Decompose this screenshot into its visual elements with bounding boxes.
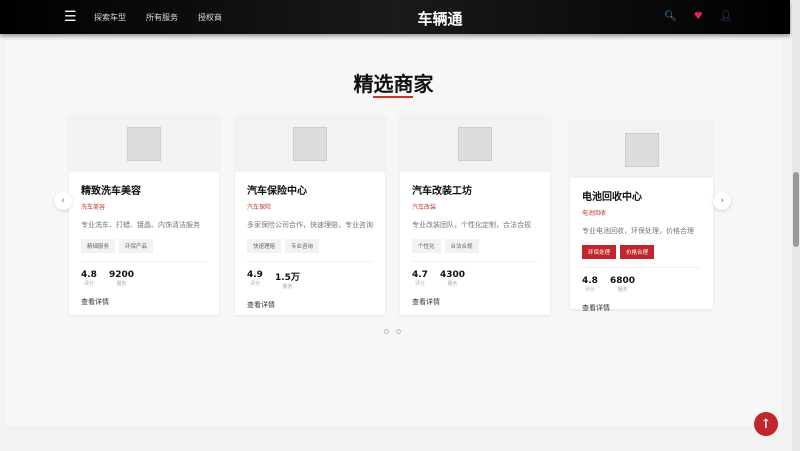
services-value: 1.5万 xyxy=(274,273,300,283)
merchant-image xyxy=(400,115,550,172)
services-value: 4300 xyxy=(439,270,466,280)
carousel-next-button[interactable]: › xyxy=(713,192,731,210)
rating-label: 评分 xyxy=(584,287,595,293)
carousel-dot-1[interactable] xyxy=(384,329,389,334)
top-navbar: ☰ 探索车型 所有服务 授权商 车辆通 🔍︎ ♥ 👤︎ xyxy=(0,0,790,34)
view-details-link[interactable]: 查看详情 xyxy=(582,303,701,313)
merchant-category: 汽车改装 xyxy=(412,204,437,211)
rating-value: 4.8 xyxy=(81,270,97,280)
merchant-logo-icon xyxy=(458,126,492,161)
merchant-description: 专业电池回收，环保处理，价格合理 xyxy=(582,227,694,235)
merchant-name: 精致洗车美容 xyxy=(81,186,141,197)
rating-value: 4.8 xyxy=(582,276,598,286)
rating-value: 4.9 xyxy=(247,270,263,280)
merchant-logo-icon xyxy=(293,126,327,161)
merchant-tag: 专业咨询 xyxy=(285,239,320,253)
view-details-link[interactable]: 查看详情 xyxy=(81,297,207,307)
view-details-link[interactable]: 查看详情 xyxy=(412,297,538,307)
services-label: 服务 xyxy=(447,281,458,287)
heart-icon[interactable]: ♥ xyxy=(694,11,703,22)
merchant-tag: 个性化 xyxy=(412,239,441,253)
title-underline xyxy=(373,96,413,98)
merchant-image xyxy=(235,115,385,172)
merchant-tag: 环保产品 xyxy=(119,239,154,253)
merchant-tag: 合法合规 xyxy=(444,239,479,253)
merchant-card[interactable]: 精致洗车美容 洗车美容 专业洗车、打蜡、镀晶、内饰清洁服务 精细服务 环保产品 4… xyxy=(69,115,219,315)
search-icon[interactable]: 🔍︎ xyxy=(664,11,677,22)
merchant-name: 汽车保险中心 xyxy=(247,186,307,197)
merchant-description: 专业洗车、打蜡、镀晶、内饰清洁服务 xyxy=(81,221,200,229)
rating-label: 评分 xyxy=(414,281,425,287)
merchant-card[interactable]: 汽车保险中心 汽车保险 多家保险公司合作，快速理赔，专业咨询 快速理赔 专业咨询 … xyxy=(235,115,385,315)
services-label: 服务 xyxy=(617,287,628,293)
carousel-dot-2[interactable] xyxy=(396,329,401,334)
merchant-category: 洗车美容 xyxy=(81,204,106,211)
scrollbar-thumb[interactable] xyxy=(793,172,799,247)
carousel-prev-button[interactable]: ‹ xyxy=(54,192,72,210)
rating-label: 评分 xyxy=(249,281,260,287)
merchant-tag: 精细服务 xyxy=(81,239,116,253)
merchant-image xyxy=(570,121,713,178)
merchant-category: 汽车保险 xyxy=(247,204,272,211)
merchant-tag: 环保处理 xyxy=(582,245,617,259)
merchant-name: 汽车改装工坊 xyxy=(412,186,472,197)
services-label: 服务 xyxy=(116,281,127,287)
merchant-card[interactable]: 电池回收中心 电池回收 专业电池回收，环保处理，价格合理 环保处理 价格合理 4.… xyxy=(570,121,713,312)
merchant-category: 电池回收 xyxy=(582,210,607,217)
user-icon[interactable]: 👤︎ xyxy=(720,11,733,22)
view-details-link[interactable]: 查看详情 xyxy=(247,300,373,310)
merchant-image xyxy=(69,115,219,172)
merchant-logo-icon xyxy=(624,132,659,167)
merchant-description: 专业改装团队，个性化定制，合法合规 xyxy=(412,221,531,229)
services-value: 6800 xyxy=(609,276,636,286)
merchant-description: 多家保险公司合作，快速理赔，专业咨询 xyxy=(247,221,373,229)
services-value: 9200 xyxy=(108,270,135,280)
merchant-tag: 价格合理 xyxy=(620,245,655,259)
merchant-name: 电池回收中心 xyxy=(582,192,642,203)
rating-value: 4.7 xyxy=(412,270,428,280)
merchant-card[interactable]: 汽车改装工坊 汽车改装 专业改装团队，个性化定制，合法合规 个性化 合法合规 4.… xyxy=(400,115,550,315)
section-title: 精选商家 xyxy=(353,72,434,96)
back-to-top-button[interactable]: ↑ xyxy=(754,412,778,436)
merchant-logo-icon xyxy=(127,126,161,161)
services-label: 服务 xyxy=(282,284,293,290)
merchant-tag: 快速理赔 xyxy=(247,239,282,253)
rating-label: 评分 xyxy=(83,281,94,287)
